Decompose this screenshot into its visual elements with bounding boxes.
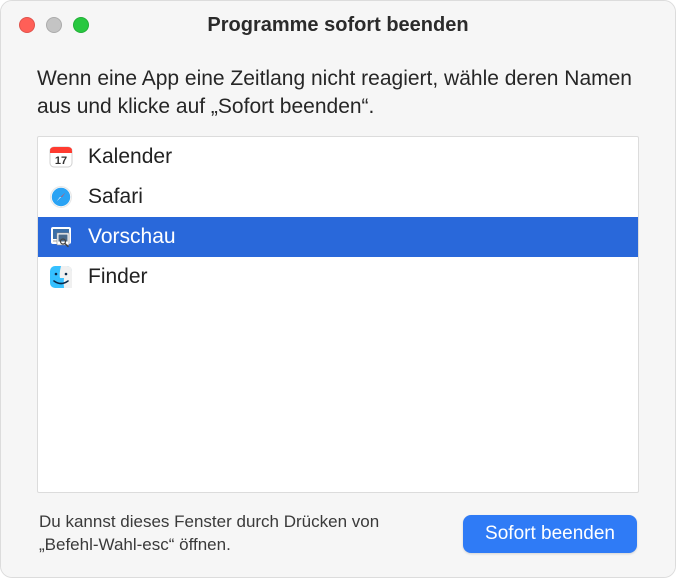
app-row-kalender[interactable]: 17 Kalender bbox=[38, 137, 638, 177]
app-list[interactable]: 17 Kalender bbox=[37, 136, 639, 493]
window-controls bbox=[1, 17, 89, 33]
force-quit-button[interactable]: Sofort beenden bbox=[463, 515, 637, 553]
calendar-icon: 17 bbox=[48, 144, 74, 170]
app-name-label: Safari bbox=[88, 185, 143, 209]
force-quit-window: Programme sofort beenden Wenn eine App e… bbox=[0, 0, 676, 578]
keyboard-hint-text: Du kannst dieses Fenster durch Drücken v… bbox=[39, 511, 419, 557]
app-name-label: Finder bbox=[88, 265, 148, 289]
titlebar: Programme sofort beenden bbox=[1, 1, 675, 49]
svg-text:17: 17 bbox=[55, 155, 67, 167]
close-window-button[interactable] bbox=[19, 17, 35, 33]
footer: Du kannst dieses Fenster durch Drücken v… bbox=[37, 493, 639, 577]
finder-icon bbox=[48, 264, 74, 290]
maximize-window-button[interactable] bbox=[73, 17, 89, 33]
content-area: Wenn eine App eine Zeitlang nicht reagie… bbox=[1, 49, 675, 577]
minimize-window-button bbox=[46, 17, 62, 33]
window-title: Programme sofort beenden bbox=[1, 14, 675, 37]
preview-icon bbox=[48, 224, 74, 250]
app-name-label: Vorschau bbox=[88, 225, 176, 249]
app-row-vorschau[interactable]: Vorschau bbox=[38, 217, 638, 257]
app-row-safari[interactable]: Safari bbox=[38, 177, 638, 217]
safari-icon bbox=[48, 184, 74, 210]
app-name-label: Kalender bbox=[88, 145, 172, 169]
app-row-finder[interactable]: Finder bbox=[38, 257, 638, 297]
instructions-text: Wenn eine App eine Zeitlang nicht reagie… bbox=[37, 65, 639, 122]
